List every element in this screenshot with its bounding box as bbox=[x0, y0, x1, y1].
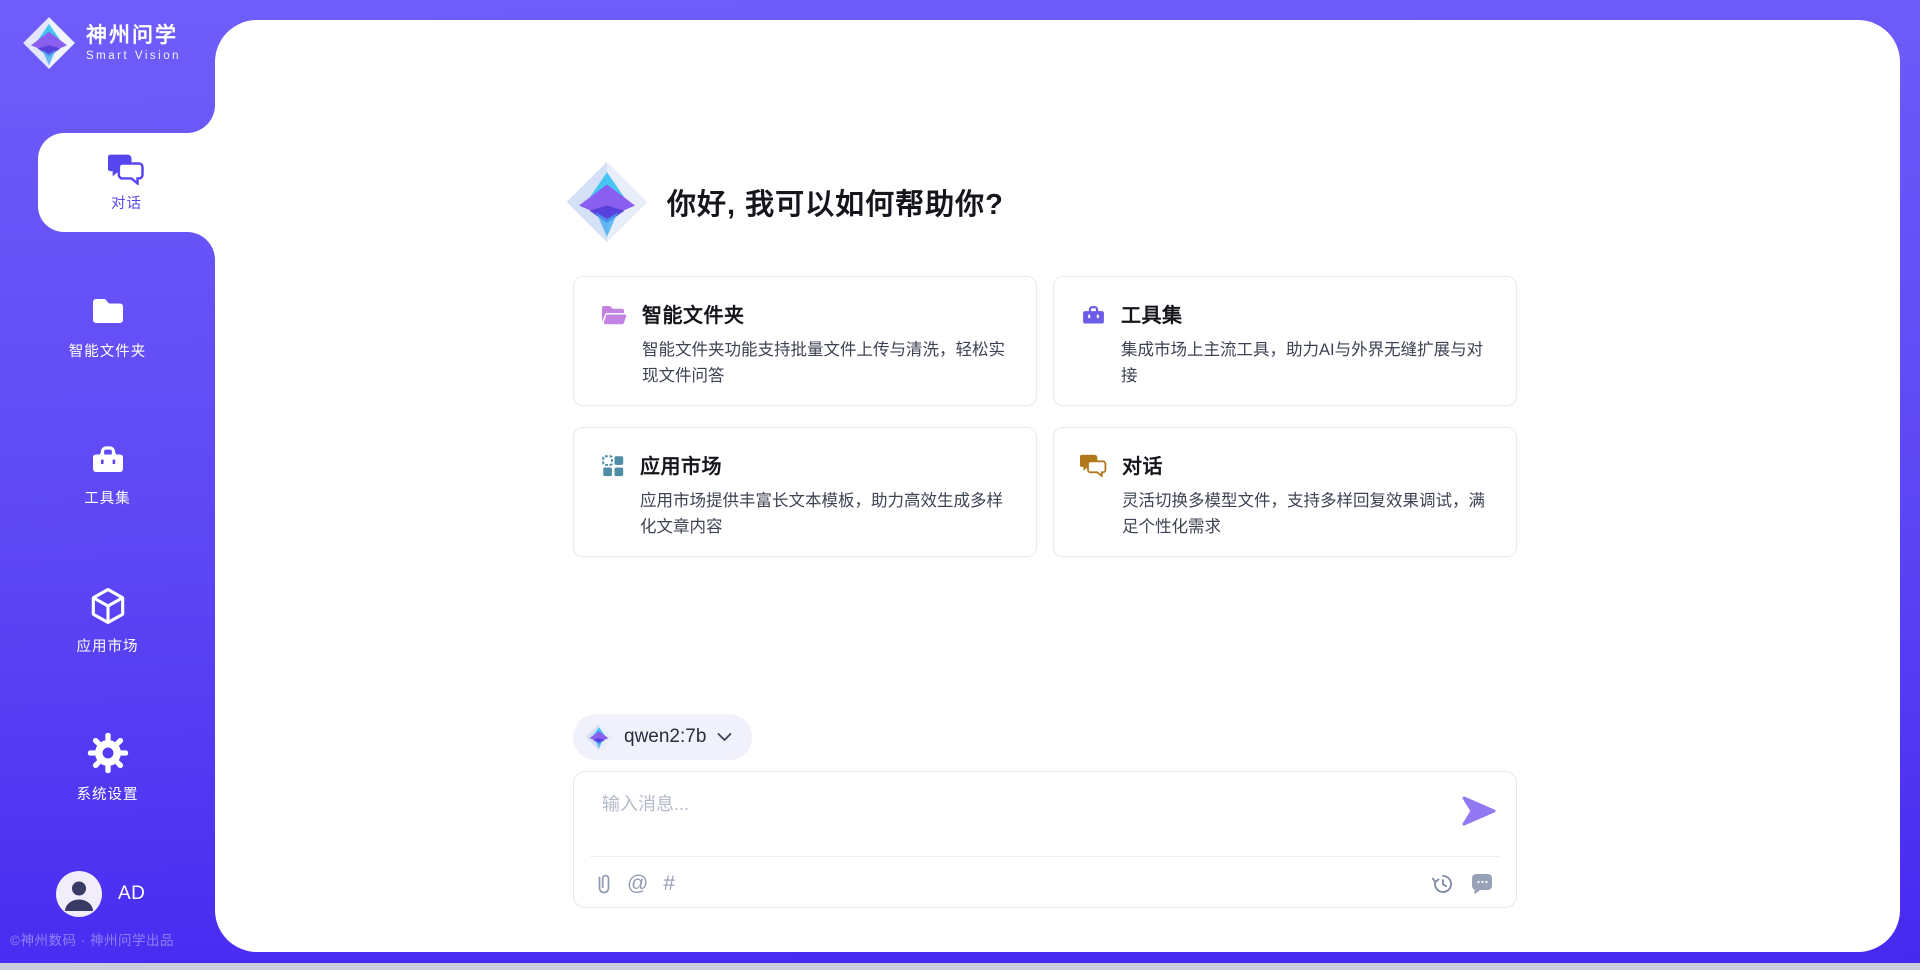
card-toolbox[interactable]: 工具集 集成市场上主流工具，助力AI与外界无缝扩展与对接 bbox=[1053, 276, 1517, 406]
card-chat[interactable]: 对话 灵活切换多模型文件，支持多样回复效果调试，满足个性化需求 bbox=[1053, 427, 1517, 557]
card-title: 工具集 bbox=[1121, 299, 1492, 328]
toolbox-icon bbox=[87, 440, 129, 480]
sidebar-item-label: 工具集 bbox=[0, 487, 215, 508]
at-icon: @ bbox=[627, 872, 648, 895]
hashtag-button[interactable]: # bbox=[663, 873, 675, 895]
attach-file-button[interactable] bbox=[596, 872, 612, 896]
card-app-market[interactable]: 应用市场 应用市场提供丰富长文本模板，助力高效生成多样化文章内容 bbox=[573, 427, 1037, 557]
hash-icon: # bbox=[663, 872, 675, 895]
card-title: 对话 bbox=[1122, 450, 1492, 479]
comment-icon bbox=[1470, 872, 1494, 896]
model-selector[interactable]: qwen2:7b bbox=[573, 714, 752, 760]
folder-open-icon bbox=[600, 302, 628, 328]
toolbox-icon bbox=[1080, 302, 1107, 328]
sidebar-item-label: 对话 bbox=[111, 192, 142, 213]
user-name: AD bbox=[118, 883, 145, 905]
gear-icon bbox=[85, 730, 131, 776]
sidebar-item-chat[interactable]: 对话 bbox=[38, 133, 215, 232]
card-description: 应用市场提供丰富长文本模板，助力高效生成多样化文章内容 bbox=[640, 488, 1012, 540]
main-panel: 你好, 我可以如何帮助你? 智能文件夹 智能文件夹功能支持批量文件上传与清洗，轻… bbox=[215, 20, 1900, 952]
mention-button[interactable]: @ bbox=[627, 873, 648, 895]
gem-logo-icon bbox=[585, 723, 613, 751]
folder-icon bbox=[87, 293, 129, 333]
chevron-down-icon bbox=[717, 732, 732, 742]
card-description: 集成市场上主流工具，助力AI与外界无缝扩展与对接 bbox=[1121, 337, 1492, 389]
chat-bubbles-icon bbox=[1080, 453, 1108, 477]
message-composer: @ # bbox=[573, 771, 1517, 908]
app-root: { "brand": { "name": "神州问学", "subtitle":… bbox=[0, 0, 1920, 970]
history-icon bbox=[1431, 872, 1455, 896]
sidebar-item-label: 智能文件夹 bbox=[0, 340, 215, 361]
card-title: 智能文件夹 bbox=[642, 299, 1012, 328]
paperclip-icon bbox=[596, 872, 612, 896]
comments-button[interactable] bbox=[1470, 872, 1494, 896]
sidebar-item-smart-folder[interactable]: 智能文件夹 bbox=[0, 293, 215, 361]
composer-divider bbox=[590, 856, 1500, 857]
send-icon bbox=[1462, 796, 1496, 826]
feature-cards: 智能文件夹 智能文件夹功能支持批量文件上传与清洗，轻松实现文件问答 工具集 集成… bbox=[573, 276, 1517, 557]
sidebar-footer: ©神州数码 · 神州问学出品 bbox=[10, 929, 174, 949]
history-button[interactable] bbox=[1431, 872, 1455, 896]
user-account[interactable]: AD bbox=[56, 871, 145, 917]
chat-bubbles-icon bbox=[108, 152, 146, 185]
grid-icon bbox=[600, 453, 626, 479]
sidebar-item-app-market[interactable]: 应用市场 bbox=[0, 584, 215, 656]
send-button[interactable] bbox=[1462, 796, 1496, 826]
card-title: 应用市场 bbox=[640, 450, 1012, 479]
brand-subtitle: Smart Vision bbox=[86, 50, 181, 62]
greeting-text: 你好, 我可以如何帮助你? bbox=[667, 181, 1004, 223]
message-input[interactable] bbox=[600, 786, 1444, 822]
window-bottom-edge bbox=[0, 963, 1920, 970]
sidebar-item-toolbox[interactable]: 工具集 bbox=[0, 440, 215, 508]
card-description: 灵活切换多模型文件，支持多样回复效果调试，满足个性化需求 bbox=[1122, 488, 1492, 540]
sidebar-item-label: 系统设置 bbox=[0, 783, 215, 804]
model-name: qwen2:7b bbox=[624, 726, 706, 748]
gem-logo-icon bbox=[22, 16, 76, 70]
person-icon bbox=[56, 871, 102, 917]
card-description: 智能文件夹功能支持批量文件上传与清洗，轻松实现文件问答 bbox=[642, 337, 1012, 389]
composer-tools-right bbox=[1431, 872, 1494, 896]
sidebar-item-settings[interactable]: 系统设置 bbox=[0, 730, 215, 804]
greeting: 你好, 我可以如何帮助你? bbox=[565, 160, 1004, 244]
brand-logo: 神州问学 Smart Vision bbox=[22, 16, 181, 70]
brand-name: 神州问学 bbox=[86, 24, 181, 48]
cube-icon bbox=[86, 584, 130, 628]
card-smart-folder[interactable]: 智能文件夹 智能文件夹功能支持批量文件上传与清洗，轻松实现文件问答 bbox=[573, 276, 1037, 406]
avatar[interactable] bbox=[56, 871, 102, 917]
sidebar-item-label: 应用市场 bbox=[0, 635, 215, 656]
gem-logo-icon bbox=[565, 160, 649, 244]
composer-tools-left: @ # bbox=[596, 872, 675, 896]
